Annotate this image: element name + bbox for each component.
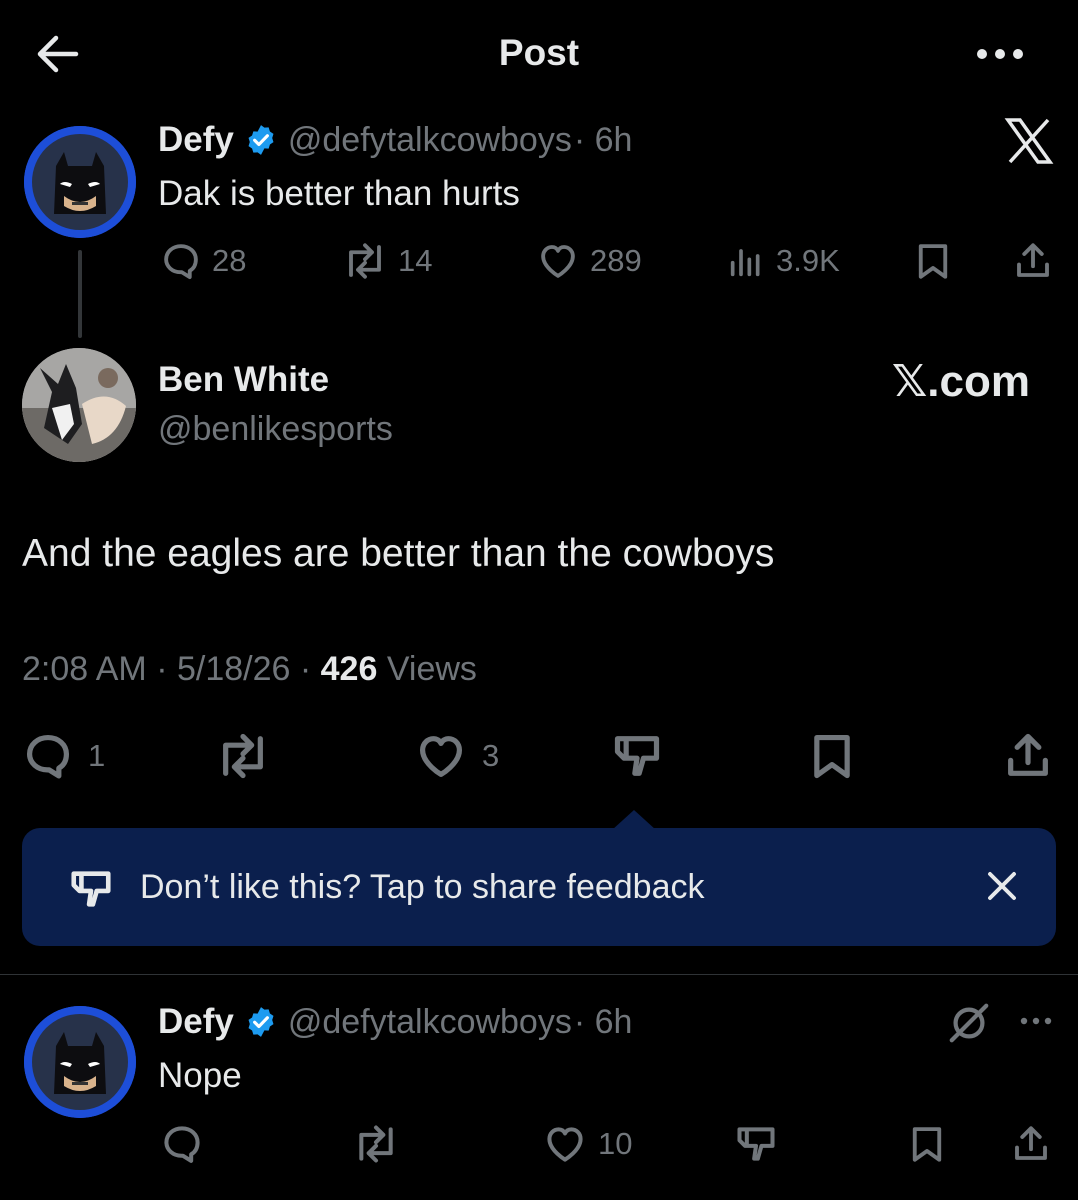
author-handle[interactable]: @defytalkcowboys xyxy=(288,1003,572,1042)
bookmark-icon xyxy=(814,734,850,779)
author-name[interactable]: Defy xyxy=(158,1002,234,1042)
repost-button[interactable]: 14 xyxy=(342,240,432,282)
more-options-button[interactable] xyxy=(974,44,1026,64)
husky-avatar-icon xyxy=(22,348,136,462)
reply-icon xyxy=(26,734,70,779)
views-icon xyxy=(730,249,760,277)
views-count: 426 xyxy=(320,650,378,688)
more-horizontal-icon xyxy=(977,49,1023,59)
like-icon xyxy=(419,736,463,778)
reply-button[interactable]: 28 xyxy=(160,240,246,282)
like-button[interactable]: 10 xyxy=(542,1122,632,1166)
bookmark-icon xyxy=(912,1127,942,1162)
reply-count: 1 xyxy=(88,738,106,773)
post-time: 2:08 AM xyxy=(22,650,147,688)
repost-icon xyxy=(359,1125,393,1163)
batman-avatar-icon xyxy=(24,126,136,238)
repost-count: 14 xyxy=(398,243,433,278)
grok-button[interactable] xyxy=(946,1000,992,1046)
avatar[interactable] xyxy=(24,126,136,238)
share-icon xyxy=(1008,733,1048,776)
post-text: Dak is better than hurts xyxy=(158,174,520,213)
close-icon xyxy=(988,872,1016,900)
repost-icon xyxy=(223,733,263,779)
bookmark-button[interactable] xyxy=(806,730,858,782)
verified-badge-icon xyxy=(248,1007,274,1037)
dislike-button[interactable] xyxy=(734,1122,778,1166)
author-handle[interactable]: @benlikesports xyxy=(158,410,393,449)
like-count: 10 xyxy=(598,1126,633,1161)
reply-count: 28 xyxy=(212,243,247,278)
more-horizontal-icon xyxy=(1020,1017,1052,1025)
like-icon xyxy=(547,1127,583,1162)
repost-button[interactable] xyxy=(352,1122,400,1166)
like-button[interactable]: 3 xyxy=(414,730,499,782)
post-date: · 5/18/26 · xyxy=(156,650,312,688)
share-button[interactable] xyxy=(1010,1122,1052,1166)
grok-icon xyxy=(949,1003,989,1043)
post-meta: 2:08 AM · 5/18/26 · 426 Views xyxy=(22,650,477,689)
feedback-banner-text: Don’t like this? Tap to share feedback xyxy=(140,868,705,906)
batman-avatar-icon xyxy=(24,1006,136,1118)
like-icon xyxy=(541,245,575,278)
post-time: · 6h xyxy=(573,1002,633,1041)
like-button[interactable]: 289 xyxy=(536,240,642,282)
reply-button[interactable] xyxy=(160,1122,204,1166)
post-time: · 6h xyxy=(573,120,633,159)
like-count: 3 xyxy=(482,738,500,773)
share-button[interactable] xyxy=(1002,730,1054,782)
bookmark-button[interactable] xyxy=(906,1122,948,1166)
x-logo-icon xyxy=(1004,118,1054,164)
post-text: And the eagles are better than the cowbo… xyxy=(22,532,775,575)
banner-thumbs-down xyxy=(64,866,118,912)
author-handle[interactable]: @defytalkcowboys xyxy=(288,121,572,160)
repost-icon xyxy=(349,243,381,279)
avatar[interactable] xyxy=(22,348,136,462)
thumbs-down-icon xyxy=(71,871,111,907)
bookmark-icon xyxy=(918,244,948,279)
page-title: Post xyxy=(498,32,580,73)
x-logo xyxy=(1004,118,1054,164)
share-icon xyxy=(1015,1126,1047,1160)
thumbs-down-icon xyxy=(614,736,660,776)
avatar[interactable] xyxy=(24,1006,136,1118)
thread-connector xyxy=(78,250,82,338)
author-name[interactable]: Ben White xyxy=(158,360,329,400)
divider xyxy=(0,974,1078,975)
views-count: 3.9K xyxy=(776,243,840,278)
reply-icon xyxy=(164,1126,200,1163)
share-button[interactable] xyxy=(1012,240,1054,282)
watermark: 𝕏.com xyxy=(891,357,1030,406)
repost-button[interactable] xyxy=(214,730,272,782)
like-count: 289 xyxy=(590,243,642,278)
dislike-button[interactable] xyxy=(610,730,664,782)
banner-pointer xyxy=(612,810,656,830)
views-button[interactable]: 3.9K xyxy=(726,240,840,282)
close-banner-button[interactable] xyxy=(984,868,1020,904)
reply-button[interactable]: 1 xyxy=(22,730,105,782)
more-options-button[interactable] xyxy=(1018,1014,1054,1028)
author-name[interactable]: Defy xyxy=(158,120,234,160)
views-label: Views xyxy=(386,650,477,688)
reply-icon xyxy=(164,244,198,280)
thumbs-down-icon xyxy=(737,1127,775,1161)
post-text: Nope xyxy=(158,1056,242,1095)
share-icon xyxy=(1017,243,1049,277)
verified-badge-icon xyxy=(248,125,274,155)
bookmark-button[interactable] xyxy=(912,240,954,282)
